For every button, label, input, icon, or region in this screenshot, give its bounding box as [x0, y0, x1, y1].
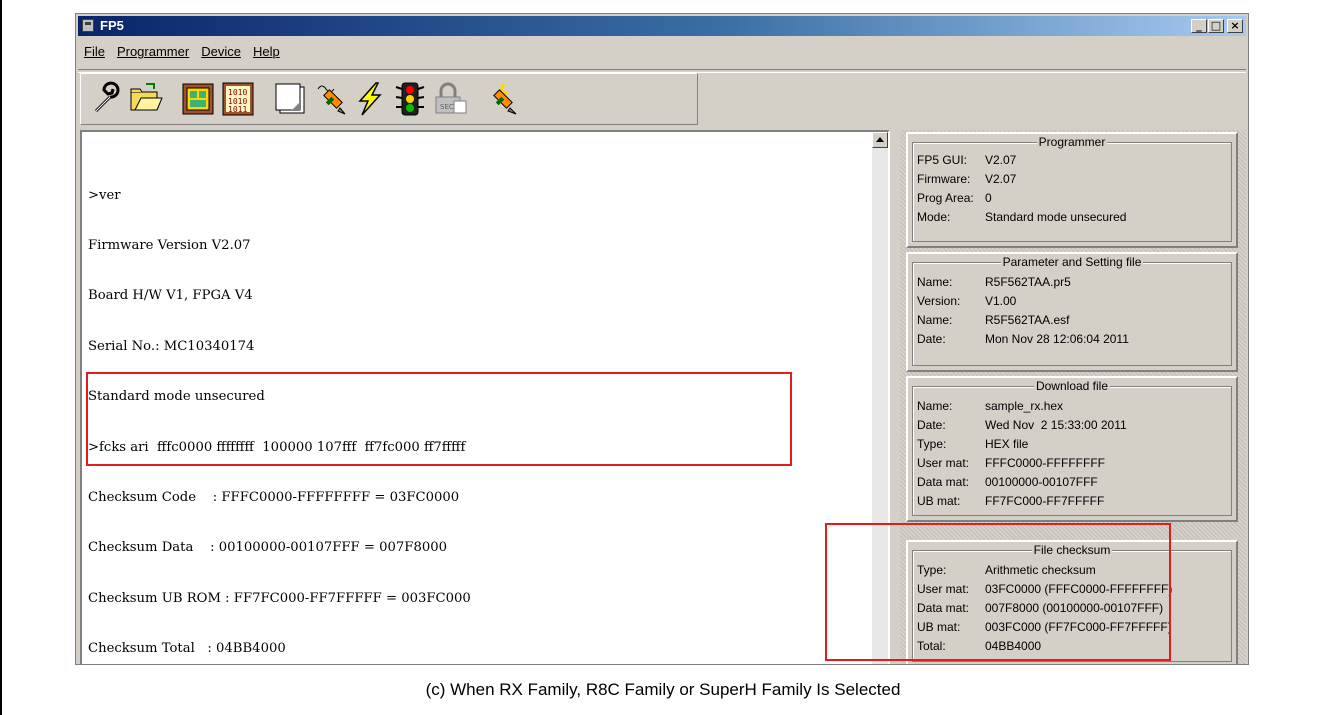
info-row: UB mat: FF7FC000-FF7FFFFF [917, 494, 1105, 508]
info-row: Type: HEX file [917, 437, 1029, 451]
maximize-button[interactable]: □ [1208, 19, 1224, 33]
page-left-rule [0, 0, 2, 715]
svg-text:1010: 1010 [228, 88, 247, 97]
group-title: Download file [1033, 379, 1111, 393]
svg-text:1011: 1011 [228, 105, 247, 114]
param-file-group: Parameter and Setting file Name: R5F562TA… [912, 255, 1232, 366]
console-line: Board H/W V1, FPGA V4 [88, 288, 253, 304]
console-line: Checksum Total : 04BB4000 [88, 641, 286, 657]
info-row: Date: Wed Nov 2 15:33:00 2011 [917, 418, 1127, 432]
window-controls: _ □ × [1190, 19, 1243, 37]
menu-device[interactable]: Device [195, 38, 247, 59]
menu-bar: File Programmer Device Help [78, 38, 286, 60]
folder-open-icon[interactable] [127, 80, 165, 118]
info-row: Name: R5F562TAA.esf [917, 313, 1070, 327]
info-row: Name: sample_rx.hex [917, 399, 1064, 413]
group-title: Parameter and Setting file [1000, 255, 1144, 269]
console-line: Serial No.: MC10340174 [88, 338, 255, 354]
download-file-group-frame: Download file Name: sample_rx.hex Date: We… [906, 376, 1238, 522]
command-highlight-box [86, 372, 792, 466]
console-line: >ver [88, 187, 121, 203]
console-line: Checksum Code : FFFC0000-FFFFFFFF = 03FC… [88, 489, 460, 505]
toolbar: 1010 1010 1011 SEC [80, 73, 698, 125]
minimize-button[interactable]: _ [1191, 19, 1207, 33]
info-row: Date: Mon Nov 28 12:06:04 2011 [917, 332, 1129, 346]
info-row: Firmware: V2.07 [917, 172, 1017, 186]
console-output[interactable]: >ver Firmware Version V2.07 Board H/W V1… [80, 130, 890, 664]
lightning-icon[interactable] [351, 80, 389, 118]
info-row: Prog Area: 0 [917, 191, 992, 205]
menu-programmer[interactable]: Programmer [111, 38, 195, 59]
menu-help[interactable]: Help [247, 38, 286, 59]
binary-data-icon[interactable]: 1010 1010 1011 [219, 80, 257, 118]
param-file-group-frame: Parameter and Setting file Name: R5F562TA… [906, 252, 1238, 372]
console-line: Checksum UB ROM : FF7FC000-FF7FFFFF = 00… [88, 590, 471, 606]
group-title: Programmer [1036, 135, 1108, 149]
info-row: Version: V1.00 [917, 294, 1017, 308]
download-file-group: Download file Name: sample_rx.hex Date: We… [912, 379, 1232, 516]
pen-chip-icon[interactable] [311, 80, 349, 118]
info-row: Mode: Standard mode unsecured [917, 210, 1127, 224]
console-line: Checksum Data : 00100000-00107FFF = 007F… [88, 540, 448, 556]
erase-pen-icon[interactable] [483, 80, 521, 118]
info-row: User mat: FFFC0000-FFFFFFFF [917, 456, 1105, 470]
device-select-icon[interactable] [179, 80, 217, 118]
close-button[interactable]: × [1227, 19, 1243, 33]
traffic-light-icon[interactable] [391, 80, 429, 118]
title-bar[interactable]: FP5 _ □ × [78, 16, 1246, 36]
programmer-group: Programmer FP5 GUI: V2.07 Firmware: V2.07 … [912, 135, 1232, 242]
info-row: FP5 GUI: V2.07 [917, 153, 1017, 167]
programmer-group-frame: Programmer FP5 GUI: V2.07 Firmware: V2.07 … [906, 132, 1238, 248]
lock-icon[interactable]: SEC [431, 80, 469, 118]
app-icon [82, 19, 94, 32]
wrench-icon[interactable] [87, 80, 125, 118]
checksum-highlight-box [825, 523, 1171, 661]
info-row: Data mat: 00100000-00107FFF [917, 475, 1098, 489]
svg-text:SEC: SEC [440, 103, 454, 111]
blank-page-icon[interactable] [271, 80, 309, 118]
info-row: Name: R5F562TAA.pr5 [917, 275, 1071, 289]
figure-caption: (c) When RX Family, R8C Family or SuperH… [425, 680, 901, 699]
console-line: Firmware Version V2.07 [88, 237, 251, 253]
window-title: FP5 [100, 18, 124, 33]
scroll-up-button[interactable] [872, 132, 888, 148]
menu-file[interactable]: File [78, 38, 111, 59]
